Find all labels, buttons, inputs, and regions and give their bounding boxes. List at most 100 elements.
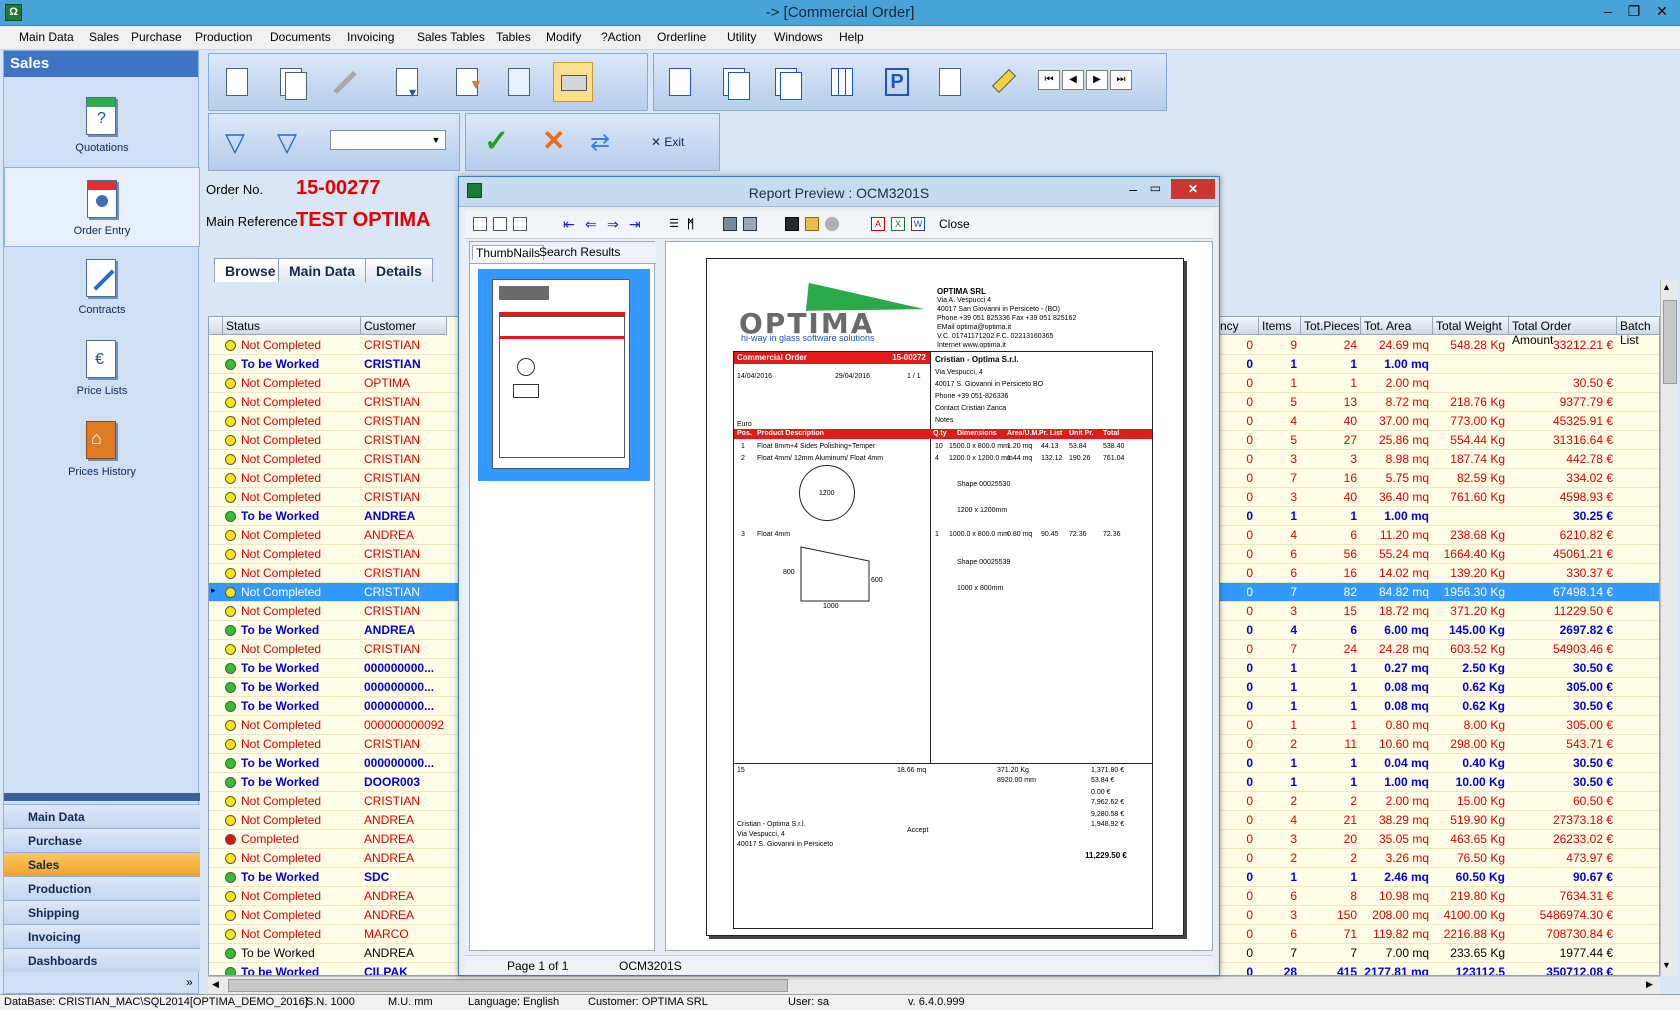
sidebar-item-contracts[interactable]: Contracts xyxy=(4,247,200,327)
sidebar-item-order-entry[interactable]: Order Entry xyxy=(4,167,200,247)
email-icon[interactable] xyxy=(825,217,839,231)
tab-main-data[interactable]: Main Data xyxy=(278,258,367,282)
open-folder-icon[interactable] xyxy=(805,217,819,231)
col-tot-pieces[interactable]: Tot.Pieces xyxy=(1301,317,1361,335)
grid-vertical-scrollbar[interactable]: ▲ ▼ xyxy=(1660,280,1678,976)
col-status[interactable]: Status xyxy=(223,317,361,335)
exit-button[interactable]: ✕ Exit xyxy=(645,122,707,160)
last-record-icon[interactable]: ⏭ xyxy=(1110,70,1132,90)
maximize-icon[interactable]: ▭ xyxy=(1150,181,1161,195)
next-page-icon[interactable]: ⇒ xyxy=(607,217,621,231)
scroll-up-icon[interactable]: ▲ xyxy=(1662,282,1671,292)
nav-shipping[interactable]: Shipping xyxy=(4,900,200,924)
close-icon[interactable]: ✕ xyxy=(1648,1,1676,23)
sidebar-item-prices-history[interactable]: ⌂ Prices History xyxy=(4,409,200,489)
two-pages-icon[interactable] xyxy=(493,217,507,231)
page-width-icon[interactable] xyxy=(513,217,527,231)
minimize-icon[interactable]: – xyxy=(1129,181,1137,197)
prev-page-icon[interactable]: ⇐ xyxy=(585,217,599,231)
single-page-icon[interactable] xyxy=(660,62,700,102)
col-total-weight[interactable]: Total Weight xyxy=(1433,317,1509,335)
print-setup-icon[interactable] xyxy=(723,217,737,231)
tab-browse[interactable]: Browse xyxy=(214,258,287,282)
scroll-down-icon[interactable]: ▼ xyxy=(1662,960,1671,970)
first-page-icon[interactable]: ⇤ xyxy=(563,217,577,231)
filter-power-icon[interactable]: ▽ xyxy=(269,122,309,162)
grid-view-icon[interactable] xyxy=(822,62,862,102)
edit-pencil-icon[interactable] xyxy=(325,62,365,102)
refresh-arrows-icon[interactable]: ⇄ xyxy=(584,122,624,162)
hscroll-thumb[interactable] xyxy=(228,979,788,992)
print-icon[interactable] xyxy=(553,62,593,102)
menu-sales[interactable]: Sales xyxy=(89,30,119,44)
thumbnail-page-1[interactable] xyxy=(478,269,650,481)
export-excel-icon[interactable]: X xyxy=(891,217,905,231)
new-document-icon[interactable] xyxy=(217,62,257,102)
sidebar-splitter[interactable] xyxy=(4,793,200,801)
report-page-view[interactable]: OPTIMA hi-way in glass software solution… xyxy=(665,241,1213,951)
menu-modify[interactable]: Modify xyxy=(546,30,581,44)
import-document-icon[interactable]: ▾ xyxy=(387,62,427,102)
nav-invoicing[interactable]: Invoicing xyxy=(4,924,200,948)
nav-purchase[interactable]: Purchase xyxy=(4,828,200,852)
col-customer[interactable]: Customer xyxy=(361,317,447,335)
tab-search-results[interactable]: Search Results xyxy=(536,245,623,259)
prev-record-icon[interactable]: ◀ xyxy=(1062,70,1084,90)
scroll-left-icon[interactable]: ◀ xyxy=(212,979,219,990)
menu-main-data[interactable]: Main Data xyxy=(19,30,74,44)
nav-main-data[interactable]: Main Data xyxy=(4,804,200,828)
menu-action[interactable]: ?Action xyxy=(601,30,641,44)
restore-icon[interactable]: ❐ xyxy=(1620,1,1648,23)
menu-invoicing[interactable]: Invoicing xyxy=(347,30,394,44)
save-disk-icon[interactable] xyxy=(785,217,799,231)
filter-combo[interactable]: ▼ xyxy=(330,130,446,150)
find-binoculars-icon[interactable]: ᛗ xyxy=(687,217,701,231)
scroll-thumb[interactable] xyxy=(1663,300,1677,384)
eraser-icon[interactable] xyxy=(984,62,1024,102)
menu-production[interactable]: Production xyxy=(195,30,252,44)
first-record-icon[interactable]: ⏮ xyxy=(1038,70,1060,90)
scroll-right-icon[interactable]: ▶ xyxy=(1646,979,1653,990)
parking-p-icon[interactable]: P xyxy=(876,62,916,102)
col-tot-area[interactable]: Tot. Area xyxy=(1361,317,1433,335)
col-currency[interactable]: ncy xyxy=(1217,317,1259,335)
nav-sales[interactable]: Sales xyxy=(4,852,200,876)
tab-thumbnails[interactable]: ThumbNails xyxy=(472,245,545,260)
export-word-icon[interactable]: W xyxy=(911,217,925,231)
last-page-icon[interactable]: ⇥ xyxy=(629,217,643,231)
minimize-icon[interactable]: – xyxy=(1594,1,1622,23)
confirm-check-icon[interactable]: ✓ xyxy=(478,122,518,162)
menu-utility[interactable]: Utility xyxy=(727,30,756,44)
copy-document-icon[interactable] xyxy=(271,62,311,102)
menu-orderline[interactable]: Orderline xyxy=(657,30,706,44)
tab-details[interactable]: Details xyxy=(365,258,433,282)
grid-horizontal-scrollbar[interactable]: ◀ ▶ xyxy=(208,976,1660,994)
transfer-document-icon[interactable]: ▼ xyxy=(447,62,487,102)
menu-help[interactable]: Help xyxy=(839,30,864,44)
menu-sales-tables[interactable]: Sales Tables xyxy=(417,30,485,44)
sidebar-item-quotations[interactable]: ? Quotations xyxy=(4,85,200,165)
page-settings-icon[interactable]: ☰ xyxy=(669,217,683,231)
menu-purchase[interactable]: Purchase xyxy=(131,30,182,44)
print-icon[interactable] xyxy=(743,217,757,231)
cancel-x-icon[interactable]: ✕ xyxy=(532,122,572,162)
menu-documents[interactable]: Documents xyxy=(270,30,331,44)
close-icon[interactable]: ✕ xyxy=(1171,179,1215,199)
menu-windows[interactable]: Windows xyxy=(774,30,823,44)
sidebar-item-price-lists[interactable]: € Price Lists xyxy=(4,328,200,408)
nav-production[interactable]: Production xyxy=(4,876,200,900)
multi-pages-icon[interactable] xyxy=(766,62,806,102)
next-record-icon[interactable]: ▶ xyxy=(1086,70,1108,90)
report-document-icon[interactable] xyxy=(930,62,970,102)
filter-icon[interactable]: ▽ xyxy=(217,122,257,162)
single-page-icon[interactable] xyxy=(473,217,487,231)
nav-dashboards[interactable]: Dashboards xyxy=(4,948,200,972)
col-batch-list[interactable]: Batch List xyxy=(1617,317,1659,347)
preview-close-button[interactable]: Close xyxy=(939,217,970,231)
calculator-icon[interactable] xyxy=(499,62,539,102)
col-items[interactable]: Items xyxy=(1259,317,1301,335)
menu-tables[interactable]: Tables xyxy=(496,30,531,44)
export-pdf-icon[interactable]: A xyxy=(871,217,885,231)
two-pages-icon[interactable] xyxy=(714,62,754,102)
chevron-more-icon[interactable]: » xyxy=(186,975,193,989)
